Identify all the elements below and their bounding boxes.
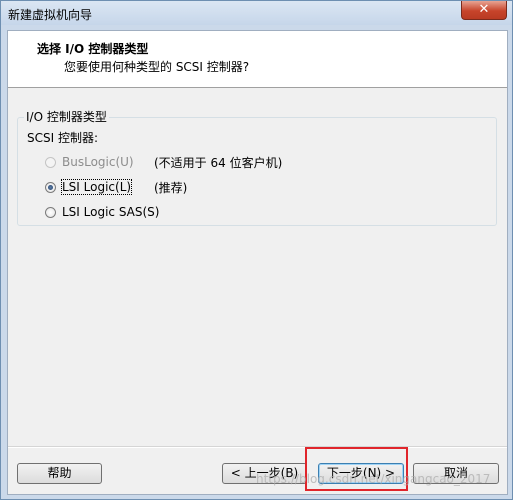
option-lsi-logic-hint: (推荐)	[154, 181, 188, 195]
page-subtitle: 您要使用何种类型的 SCSI 控制器?	[64, 60, 250, 74]
wizard-header: 选择 I/O 控制器类型 您要使用何种类型的 SCSI 控制器?	[8, 31, 507, 88]
close-icon: ✕	[478, 2, 490, 17]
close-button[interactable]: ✕	[461, 1, 507, 20]
scsi-controller-label: SCSI 控制器:	[27, 131, 99, 145]
option-buslogic-label: BusLogic(U)	[62, 155, 134, 169]
wizard-client-area: 选择 I/O 控制器类型 您要使用何种类型的 SCSI 控制器? I/O 控制器…	[7, 30, 508, 495]
option-buslogic: BusLogic(U)	[45, 153, 134, 171]
radio-lsi-logic-sas[interactable]	[45, 206, 56, 218]
page-title: 选择 I/O 控制器类型	[37, 42, 149, 56]
window-title: 新建虚拟机向导	[8, 8, 93, 22]
title-bar[interactable]: 新建虚拟机向导 ✕	[1, 1, 512, 25]
option-lsi-logic-label[interactable]: LSI Logic(L)	[60, 179, 133, 195]
group-legend: I/O 控制器类型	[24, 108, 109, 125]
help-button[interactable]: 帮助	[17, 463, 102, 484]
option-lsi-logic-sas[interactable]: LSI Logic SAS(S)	[45, 203, 159, 221]
radio-lsi-logic[interactable]	[45, 181, 56, 193]
option-lsi-logic[interactable]: LSI Logic(L)	[45, 178, 133, 196]
option-buslogic-hint: (不适用于 64 位客户机)	[154, 156, 283, 170]
radio-buslogic	[45, 156, 56, 168]
wizard-window: 新建虚拟机向导 ✕ 选择 I/O 控制器类型 您要使用何种类型的 SCSI 控制…	[0, 0, 513, 500]
option-lsi-logic-sas-label[interactable]: LSI Logic SAS(S)	[62, 205, 159, 219]
watermark-text: https://blog.csdn.net/xingangcao_2017	[256, 472, 491, 486]
footer-divider	[8, 446, 507, 448]
